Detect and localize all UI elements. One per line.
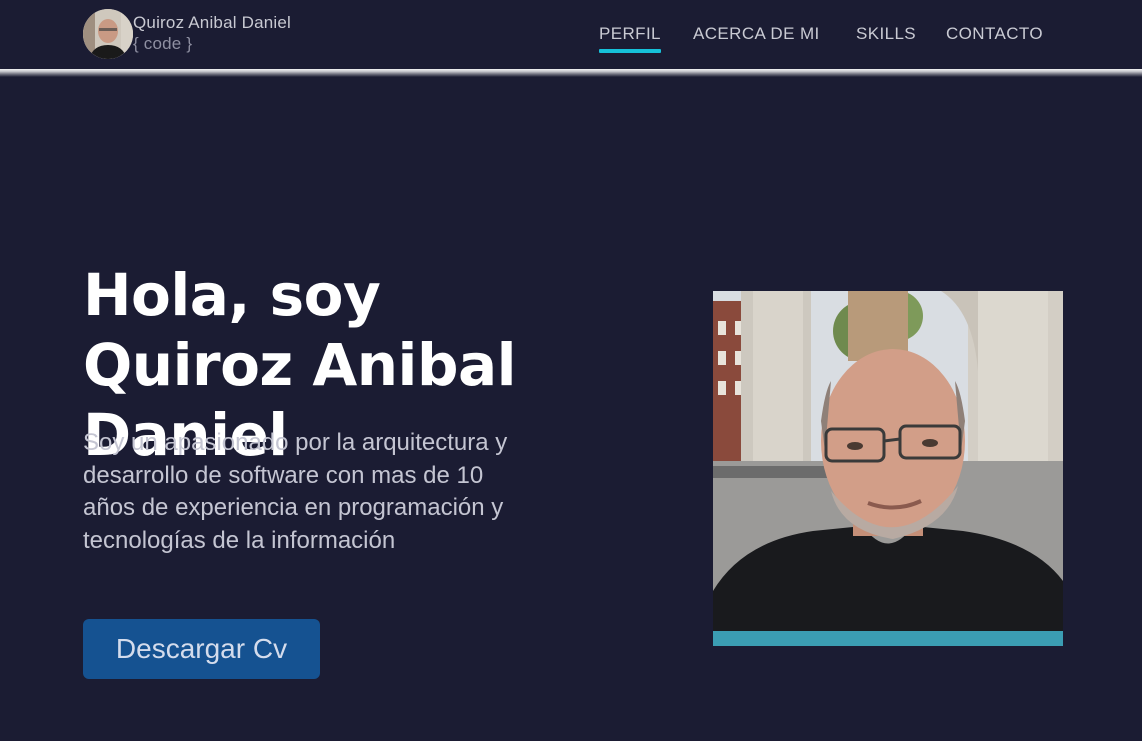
nav-item-contacto[interactable]: CONTACTO: [946, 22, 1043, 46]
header-divider: [0, 69, 1142, 77]
portrait-image: [713, 291, 1063, 631]
top-navbar: Quiroz Anibal Daniel { code } PERFIL ACE…: [0, 0, 1142, 69]
nav-item-acerca-de-mi[interactable]: ACERCA DE MI: [693, 22, 820, 46]
main-nav: PERFIL ACERCA DE MI SKILLS CONTACTO: [0, 22, 1142, 53]
profile-photo: [713, 291, 1063, 646]
nav-item-label: CONTACTO: [946, 24, 1044, 43]
download-cv-button[interactable]: Descargar Cv: [83, 619, 320, 679]
nav-item-label: SKILLS: [856, 24, 917, 43]
active-underline: [599, 49, 661, 53]
nav-item-label: ACERCA DE MI: [693, 24, 820, 43]
hero-greeting: Hola, soy: [83, 261, 381, 329]
hero-description: Soy un apasionado por la arquitectura y …: [83, 429, 508, 554]
nav-item-skills[interactable]: SKILLS: [856, 22, 916, 46]
photo-accent-bar: [713, 631, 1063, 646]
nav-item-perfil[interactable]: PERFIL: [599, 22, 661, 53]
page: Quiroz Anibal Daniel { code } PERFIL ACE…: [0, 0, 1142, 741]
nav-item-label: PERFIL: [599, 24, 661, 43]
